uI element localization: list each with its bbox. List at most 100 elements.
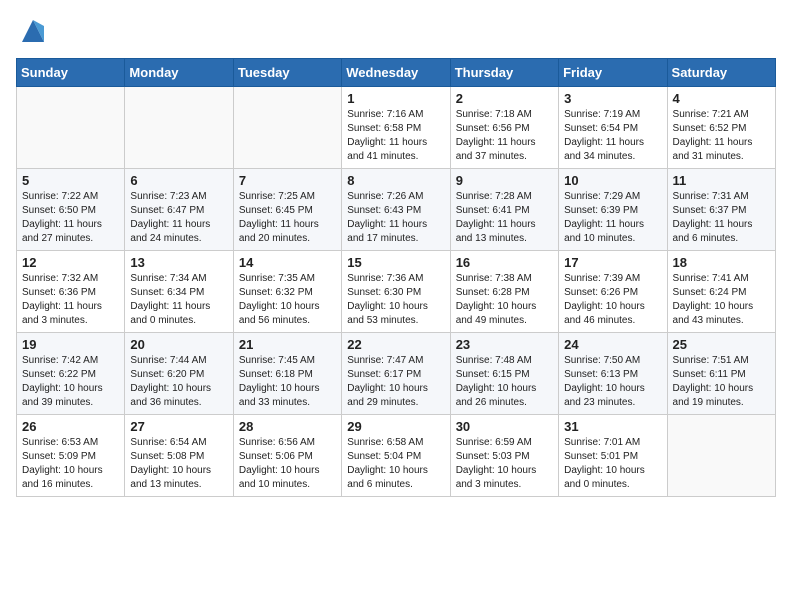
calendar-cell: 20 Sunrise: 7:44 AM Sunset: 6:20 PM Dayli… xyxy=(125,333,233,415)
calendar-week-3: 12 Sunrise: 7:32 AM Sunset: 6:36 PM Dayli… xyxy=(17,251,776,333)
calendar-cell: 27Sunrise: 6:54 AM Sunset: 5:08 PM Dayli… xyxy=(125,415,233,497)
day-info: Sunrise: 7:48 AM Sunset: 6:15 PM Dayligh… xyxy=(456,354,553,410)
calendar-cell: 19 Sunrise: 7:42 AM Sunset: 6:22 PM Dayli… xyxy=(17,333,125,415)
day-number: 14 xyxy=(239,255,336,270)
day-info: Sunrise: 6:58 AM Sunset: 5:04 PM Dayligh… xyxy=(347,436,444,492)
weekday-header-tuesday: Tuesday xyxy=(233,59,341,87)
day-info: Sunrise: 7:34 AM Sunset: 6:34 PM Dayligh… xyxy=(130,272,227,328)
day-number: 2 xyxy=(456,91,553,106)
calendar-cell: 22 Sunrise: 7:47 AM Sunset: 6:17 PM Dayli… xyxy=(342,333,450,415)
day-info: Sunrise: 7:16 AM Sunset: 6:58 PM Dayligh… xyxy=(347,108,444,164)
calendar-cell: 29 Sunrise: 6:58 AM Sunset: 5:04 PM Dayli… xyxy=(342,415,450,497)
day-info: Sunrise: 7:35 AM Sunset: 6:32 PM Dayligh… xyxy=(239,272,336,328)
calendar-cell: 6 Sunrise: 7:23 AM Sunset: 6:47 PM Daylig… xyxy=(125,169,233,251)
day-info: Sunrise: 7:38 AM Sunset: 6:28 PM Dayligh… xyxy=(456,272,553,328)
day-info: Sunrise: 7:39 AM Sunset: 6:26 PM Dayligh… xyxy=(564,272,661,328)
day-number: 28 xyxy=(239,419,336,434)
weekday-header-friday: Friday xyxy=(559,59,667,87)
day-info: Sunrise: 7:51 AM Sunset: 6:11 PM Dayligh… xyxy=(673,354,770,410)
day-info: Sunrise: 7:50 AM Sunset: 6:13 PM Dayligh… xyxy=(564,354,661,410)
weekday-header-monday: Monday xyxy=(125,59,233,87)
weekday-header-thursday: Thursday xyxy=(450,59,558,87)
calendar-cell xyxy=(667,415,775,497)
weekday-header-wednesday: Wednesday xyxy=(342,59,450,87)
calendar-table: SundayMondayTuesdayWednesdayThursdayFrid… xyxy=(16,58,776,497)
day-info: Sunrise: 7:36 AM Sunset: 6:30 PM Dayligh… xyxy=(347,272,444,328)
day-number: 18 xyxy=(673,255,770,270)
day-number: 31 xyxy=(564,419,661,434)
weekday-header-row: SundayMondayTuesdayWednesdayThursdayFrid… xyxy=(17,59,776,87)
calendar-week-5: 26Sunrise: 6:53 AM Sunset: 5:09 PM Dayli… xyxy=(17,415,776,497)
calendar-cell: 15Sunrise: 7:36 AM Sunset: 6:30 PM Dayli… xyxy=(342,251,450,333)
day-info: Sunrise: 7:21 AM Sunset: 6:52 PM Dayligh… xyxy=(673,108,770,164)
day-number: 29 xyxy=(347,419,444,434)
calendar-cell xyxy=(125,87,233,169)
page-header xyxy=(16,16,776,46)
day-number: 24 xyxy=(564,337,661,352)
day-info: Sunrise: 7:47 AM Sunset: 6:17 PM Dayligh… xyxy=(347,354,444,410)
calendar-cell: 14 Sunrise: 7:35 AM Sunset: 6:32 PM Dayli… xyxy=(233,251,341,333)
day-number: 21 xyxy=(239,337,336,352)
calendar-cell: 24 Sunrise: 7:50 AM Sunset: 6:13 PM Dayli… xyxy=(559,333,667,415)
day-info: Sunrise: 7:25 AM Sunset: 6:45 PM Dayligh… xyxy=(239,190,336,246)
calendar-cell: 10 Sunrise: 7:29 AM Sunset: 6:39 PM Dayli… xyxy=(559,169,667,251)
day-number: 8 xyxy=(347,173,444,188)
day-number: 20 xyxy=(130,337,227,352)
day-number: 7 xyxy=(239,173,336,188)
day-info: Sunrise: 7:22 AM Sunset: 6:50 PM Dayligh… xyxy=(22,190,119,246)
day-number: 25 xyxy=(673,337,770,352)
day-info: Sunrise: 6:59 AM Sunset: 5:03 PM Dayligh… xyxy=(456,436,553,492)
day-number: 12 xyxy=(22,255,119,270)
calendar-cell: 26Sunrise: 6:53 AM Sunset: 5:09 PM Dayli… xyxy=(17,415,125,497)
day-number: 26 xyxy=(22,419,119,434)
day-info: Sunrise: 7:45 AM Sunset: 6:18 PM Dayligh… xyxy=(239,354,336,410)
calendar-cell: 31 Sunrise: 7:01 AM Sunset: 5:01 PM Dayli… xyxy=(559,415,667,497)
calendar-cell: 23 Sunrise: 7:48 AM Sunset: 6:15 PM Dayli… xyxy=(450,333,558,415)
weekday-header-sunday: Sunday xyxy=(17,59,125,87)
calendar-cell: 1 Sunrise: 7:16 AM Sunset: 6:58 PM Daylig… xyxy=(342,87,450,169)
day-info: Sunrise: 7:41 AM Sunset: 6:24 PM Dayligh… xyxy=(673,272,770,328)
calendar-cell: 12 Sunrise: 7:32 AM Sunset: 6:36 PM Dayli… xyxy=(17,251,125,333)
calendar-cell: 8 Sunrise: 7:26 AM Sunset: 6:43 PM Daylig… xyxy=(342,169,450,251)
day-number: 6 xyxy=(130,173,227,188)
day-info: Sunrise: 7:31 AM Sunset: 6:37 PM Dayligh… xyxy=(673,190,770,246)
calendar-cell: 21 Sunrise: 7:45 AM Sunset: 6:18 PM Dayli… xyxy=(233,333,341,415)
calendar-cell: 2 Sunrise: 7:18 AM Sunset: 6:56 PM Daylig… xyxy=(450,87,558,169)
calendar-cell: 17 Sunrise: 7:39 AM Sunset: 6:26 PM Dayli… xyxy=(559,251,667,333)
calendar-cell: 4Sunrise: 7:21 AM Sunset: 6:52 PM Daylig… xyxy=(667,87,775,169)
day-number: 17 xyxy=(564,255,661,270)
day-number: 27 xyxy=(130,419,227,434)
day-info: Sunrise: 6:56 AM Sunset: 5:06 PM Dayligh… xyxy=(239,436,336,492)
calendar-week-1: 1 Sunrise: 7:16 AM Sunset: 6:58 PM Daylig… xyxy=(17,87,776,169)
day-number: 22 xyxy=(347,337,444,352)
day-number: 23 xyxy=(456,337,553,352)
calendar-cell: 9Sunrise: 7:28 AM Sunset: 6:41 PM Daylig… xyxy=(450,169,558,251)
day-number: 30 xyxy=(456,419,553,434)
calendar-cell: 11Sunrise: 7:31 AM Sunset: 6:37 PM Dayli… xyxy=(667,169,775,251)
day-info: Sunrise: 7:01 AM Sunset: 5:01 PM Dayligh… xyxy=(564,436,661,492)
calendar-cell: 5 Sunrise: 7:22 AM Sunset: 6:50 PM Daylig… xyxy=(17,169,125,251)
logo-icon xyxy=(18,16,48,46)
calendar-cell xyxy=(233,87,341,169)
day-info: Sunrise: 7:18 AM Sunset: 6:56 PM Dayligh… xyxy=(456,108,553,164)
day-number: 3 xyxy=(564,91,661,106)
calendar-week-4: 19 Sunrise: 7:42 AM Sunset: 6:22 PM Dayli… xyxy=(17,333,776,415)
calendar-cell: 13Sunrise: 7:34 AM Sunset: 6:34 PM Dayli… xyxy=(125,251,233,333)
day-info: Sunrise: 7:29 AM Sunset: 6:39 PM Dayligh… xyxy=(564,190,661,246)
day-info: Sunrise: 7:26 AM Sunset: 6:43 PM Dayligh… xyxy=(347,190,444,246)
calendar-cell xyxy=(17,87,125,169)
day-info: Sunrise: 7:44 AM Sunset: 6:20 PM Dayligh… xyxy=(130,354,227,410)
day-number: 10 xyxy=(564,173,661,188)
calendar-week-2: 5 Sunrise: 7:22 AM Sunset: 6:50 PM Daylig… xyxy=(17,169,776,251)
day-info: Sunrise: 7:42 AM Sunset: 6:22 PM Dayligh… xyxy=(22,354,119,410)
calendar-cell: 7 Sunrise: 7:25 AM Sunset: 6:45 PM Daylig… xyxy=(233,169,341,251)
day-number: 19 xyxy=(22,337,119,352)
calendar-cell: 28 Sunrise: 6:56 AM Sunset: 5:06 PM Dayli… xyxy=(233,415,341,497)
day-info: Sunrise: 7:32 AM Sunset: 6:36 PM Dayligh… xyxy=(22,272,119,328)
day-number: 1 xyxy=(347,91,444,106)
weekday-header-saturday: Saturday xyxy=(667,59,775,87)
day-info: Sunrise: 7:28 AM Sunset: 6:41 PM Dayligh… xyxy=(456,190,553,246)
day-info: Sunrise: 7:23 AM Sunset: 6:47 PM Dayligh… xyxy=(130,190,227,246)
day-number: 5 xyxy=(22,173,119,188)
calendar-cell: 16Sunrise: 7:38 AM Sunset: 6:28 PM Dayli… xyxy=(450,251,558,333)
